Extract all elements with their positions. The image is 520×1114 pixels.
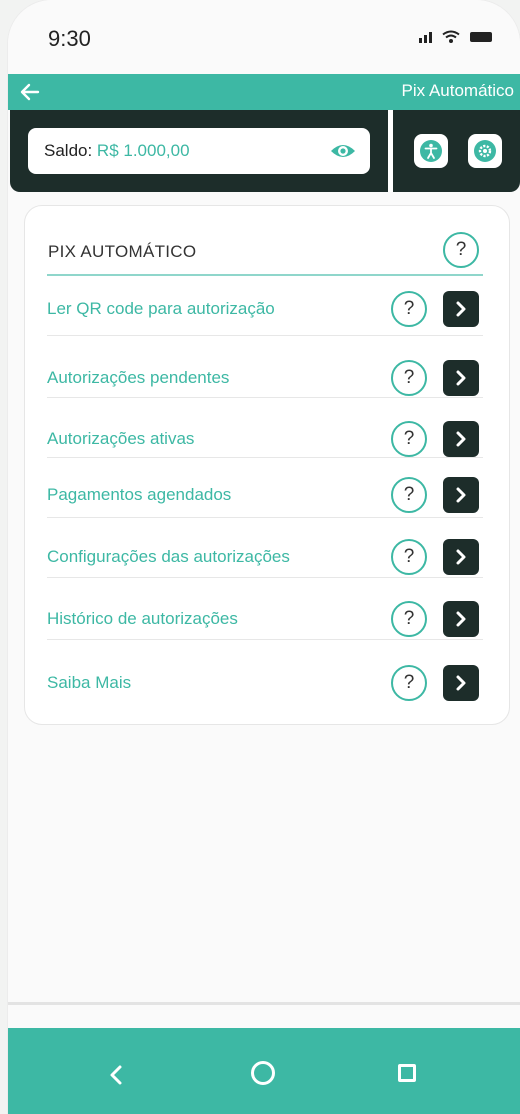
card-title: PIX AUTOMÁTICO [48, 242, 197, 261]
balance-divider [388, 110, 393, 192]
eye-icon[interactable] [330, 140, 356, 162]
title-divider [47, 274, 483, 276]
chevron-right-icon[interactable] [443, 601, 479, 637]
help-icon[interactable]: ? [391, 360, 427, 396]
help-icon[interactable]: ? [391, 601, 427, 637]
menu-item[interactable]: Saiba Mais? [47, 650, 483, 708]
pix-automatico-card: PIX AUTOMÁTICO ? Ler QR code para autori… [24, 205, 510, 725]
help-icon[interactable]: ? [443, 232, 479, 268]
help-icon[interactable]: ? [391, 421, 427, 457]
balance-label-text: Saldo: [44, 141, 93, 160]
phone-screen: 9:30 Pix Automático Saldo: R$ 1.000,00 P… [8, 0, 520, 1114]
nav-divider [8, 1002, 520, 1005]
wifi-icon [442, 30, 460, 43]
menu-item-label[interactable]: Histórico de autorizações [47, 609, 238, 629]
chevron-right-icon[interactable] [443, 539, 479, 575]
balance-box: Saldo: R$ 1.000,00 [28, 128, 370, 174]
settings-button[interactable] [468, 134, 502, 168]
signal-icon [419, 31, 432, 43]
arrow-left-icon[interactable] [18, 80, 42, 104]
menu-item-label[interactable]: Saiba Mais [47, 673, 131, 693]
balance-bar: Saldo: R$ 1.000,00 [10, 110, 520, 192]
nav-back-icon[interactable] [108, 1064, 124, 1086]
page-title: Pix Automático [401, 81, 514, 100]
menu-item[interactable]: Pagamentos agendados? [47, 460, 483, 518]
menu-item[interactable]: Ler QR code para autorização? [47, 278, 483, 336]
chevron-right-icon[interactable] [443, 291, 479, 327]
status-bar: 9:30 [8, 0, 520, 72]
chevron-right-icon[interactable] [443, 477, 479, 513]
menu-item[interactable]: Configurações das autorizações? [47, 520, 483, 578]
menu-item[interactable]: Autorizações ativas? [47, 400, 483, 458]
help-icon[interactable]: ? [391, 665, 427, 701]
menu-item-label[interactable]: Configurações das autorizações [47, 547, 290, 567]
help-icon[interactable]: ? [391, 539, 427, 575]
nav-home-icon[interactable] [251, 1061, 275, 1085]
help-icon[interactable]: ? [391, 477, 427, 513]
chevron-right-icon[interactable] [443, 421, 479, 457]
menu-item[interactable]: Histórico de autorizações? [47, 582, 483, 640]
chevron-right-icon[interactable] [443, 665, 479, 701]
accessibility-button[interactable] [414, 134, 448, 168]
menu-item-label[interactable]: Autorizações ativas [47, 429, 194, 449]
menu-item-label[interactable]: Pagamentos agendados [47, 485, 231, 505]
battery-icon [470, 32, 492, 42]
status-time: 9:30 [48, 26, 91, 51]
android-nav-bar [8, 1028, 520, 1114]
accessibility-icon [420, 140, 442, 162]
status-icons [419, 30, 492, 44]
menu-item[interactable]: Autorizações pendentes? [47, 340, 483, 398]
balance-value: R$ 1.000,00 [92, 141, 190, 160]
balance-label: Saldo: R$ 1.000,00 [44, 141, 190, 161]
help-icon[interactable]: ? [391, 291, 427, 327]
menu-item-label[interactable]: Ler QR code para autorização [47, 299, 275, 319]
chevron-right-icon[interactable] [443, 360, 479, 396]
gear-icon [474, 140, 496, 162]
menu-item-label[interactable]: Autorizações pendentes [47, 368, 229, 388]
nav-recent-apps-icon[interactable] [398, 1064, 416, 1082]
app-header: Pix Automático [8, 74, 520, 110]
